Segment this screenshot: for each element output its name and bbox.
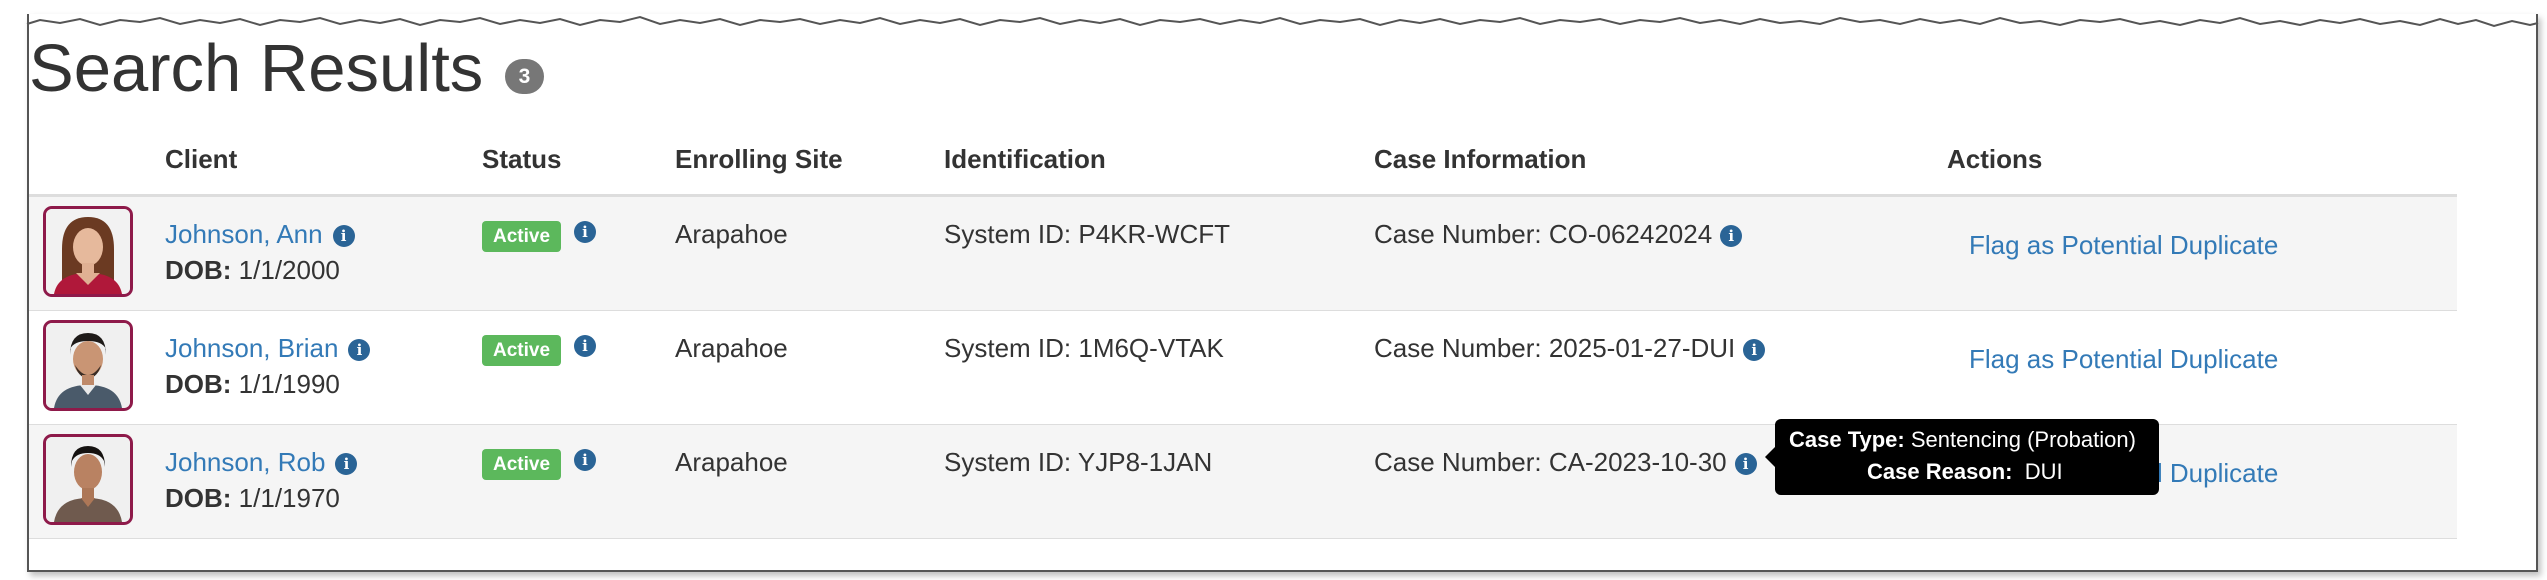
table-row: Johnson, Ann i DOB: 1/1/2000 Active i Ara…	[29, 197, 2457, 311]
status-badge: Active	[482, 221, 562, 252]
client-name-link[interactable]: Johnson, Rob i	[165, 447, 358, 478]
column-header-actions: Actions	[1947, 144, 2043, 174]
result-count-badge: 3	[505, 59, 544, 94]
info-icon[interactable]: i	[332, 225, 355, 247]
status-badge: Active	[482, 449, 562, 480]
column-header-identification: Identification	[944, 144, 1106, 174]
enrolling-site: Arapahoe	[675, 333, 788, 363]
client-name-link[interactable]: Johnson, Ann i	[165, 219, 355, 250]
case-number: Case Number: 2025-01-27-DUI i	[1374, 333, 1766, 364]
info-icon[interactable]: i	[348, 339, 371, 361]
table-row: Johnson, Brian i DOB: 1/1/1990 Active i A…	[29, 311, 2457, 425]
case-details-tooltip: Case Type: Sentencing (Probation) Case R…	[1765, 419, 2159, 495]
case-number: Case Number: CO-06242024 i	[1374, 219, 1743, 250]
table-header: Client Status Enrolling Site Identificat…	[29, 129, 2457, 197]
tooltip-case-reason: Case Reason: DUI	[1867, 459, 2063, 484]
client-dob: DOB: 1/1/1970	[165, 483, 340, 513]
enrolling-site: Arapahoe	[675, 447, 788, 477]
client-dob: DOB: 1/1/2000	[165, 255, 340, 285]
info-icon[interactable]: i	[574, 449, 596, 471]
client-dob: DOB: 1/1/1990	[165, 369, 340, 399]
column-header-enrolling-site: Enrolling Site	[675, 144, 843, 174]
info-icon[interactable]: i	[1734, 453, 1757, 475]
client-name-link[interactable]: Johnson, Brian i	[165, 333, 371, 364]
client-photo	[43, 206, 133, 297]
info-icon[interactable]: i	[574, 221, 596, 243]
info-icon[interactable]: i	[1743, 339, 1766, 361]
column-header-client: Client	[165, 144, 238, 174]
system-id: System ID: YJP8-1JAN	[944, 447, 1213, 477]
flag-duplicate-link[interactable]: Flag as Potential Duplicate	[1969, 230, 2278, 261]
column-header-case-information: Case Information	[1374, 144, 1587, 174]
info-icon[interactable]: i	[1720, 225, 1743, 247]
info-icon[interactable]: i	[574, 335, 596, 357]
column-header-status: Status	[482, 144, 562, 174]
enrolling-site: Arapahoe	[675, 219, 788, 249]
status-badge: Active	[482, 335, 562, 366]
client-photo	[43, 434, 133, 525]
info-icon[interactable]: i	[335, 453, 358, 475]
page-title: Search Results	[29, 31, 484, 106]
tooltip-arrow	[1765, 447, 1775, 467]
case-number: Case Number: CA-2023-10-30 i	[1374, 447, 1757, 478]
system-id: System ID: 1M6Q-VTAK	[944, 333, 1224, 363]
system-id: System ID: P4KR-WCFT	[944, 219, 1231, 249]
tooltip-case-type: Case Type: Sentencing (Probation)	[1789, 427, 2136, 452]
client-photo	[43, 320, 133, 411]
flag-duplicate-link[interactable]: Flag as Potential Duplicate	[1969, 344, 2278, 375]
